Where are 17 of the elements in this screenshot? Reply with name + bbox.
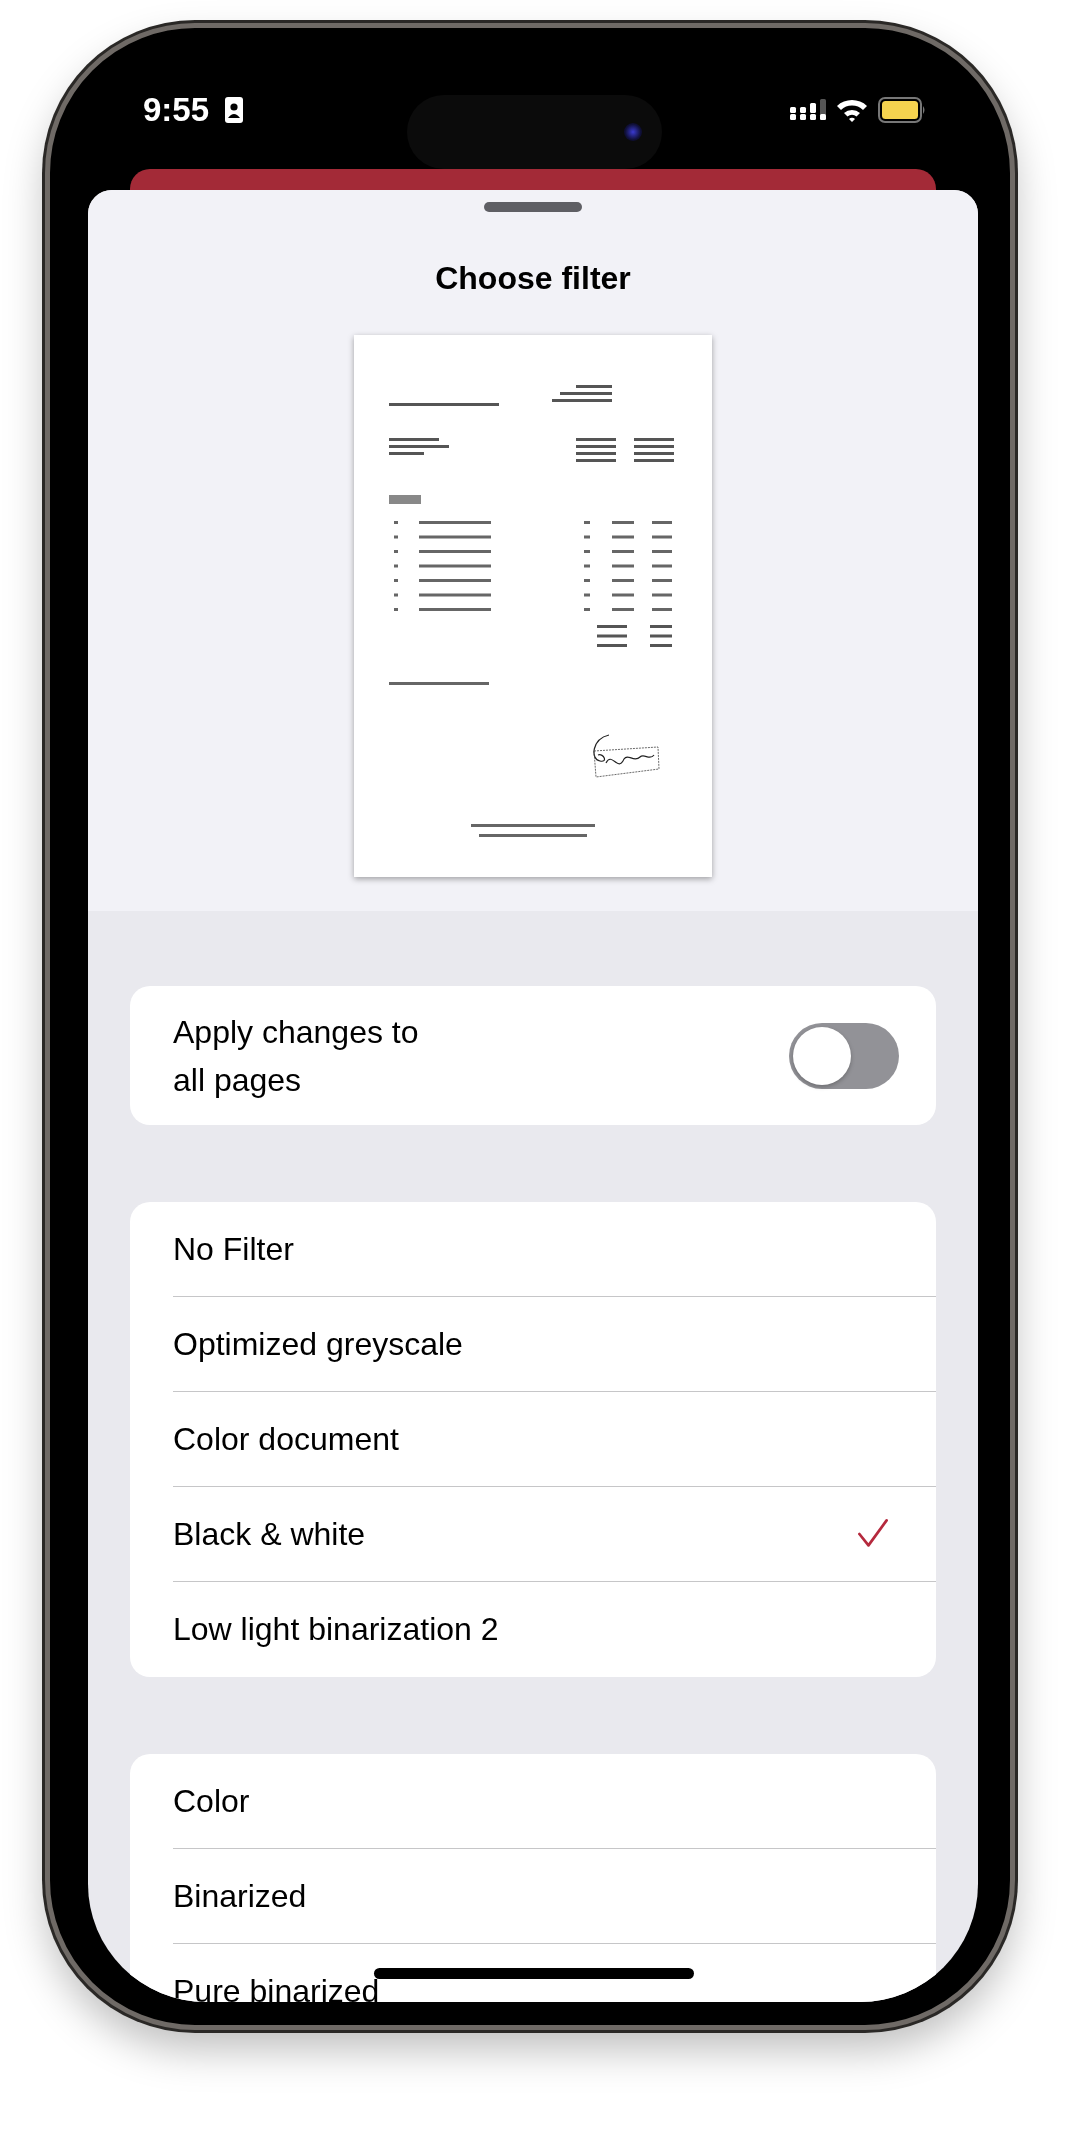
- toggle-label: Apply changes to all pages: [173, 1012, 420, 1100]
- sheet-title: Choose filter: [435, 260, 631, 297]
- signal-icon: [790, 99, 826, 121]
- filter-option[interactable]: Pure binarized: [173, 1944, 936, 2002]
- filter-option[interactable]: Low light binarization 2: [173, 1582, 936, 1677]
- filter-option[interactable]: No Filter: [173, 1202, 936, 1297]
- status-time: 9:55: [143, 91, 210, 129]
- camera-lens: [624, 123, 642, 141]
- filter-option[interactable]: Optimized greyscale: [173, 1297, 936, 1392]
- person-badge-icon: [225, 97, 244, 123]
- filter-option[interactable]: Binarized: [173, 1849, 936, 1944]
- battery-icon: [878, 97, 926, 123]
- filter-option[interactable]: Black & white: [173, 1487, 936, 1582]
- filter-option[interactable]: Color: [173, 1754, 936, 1849]
- drag-handle[interactable]: [484, 202, 582, 212]
- filter-option[interactable]: Color document: [173, 1392, 936, 1487]
- wifi-icon: [836, 98, 868, 122]
